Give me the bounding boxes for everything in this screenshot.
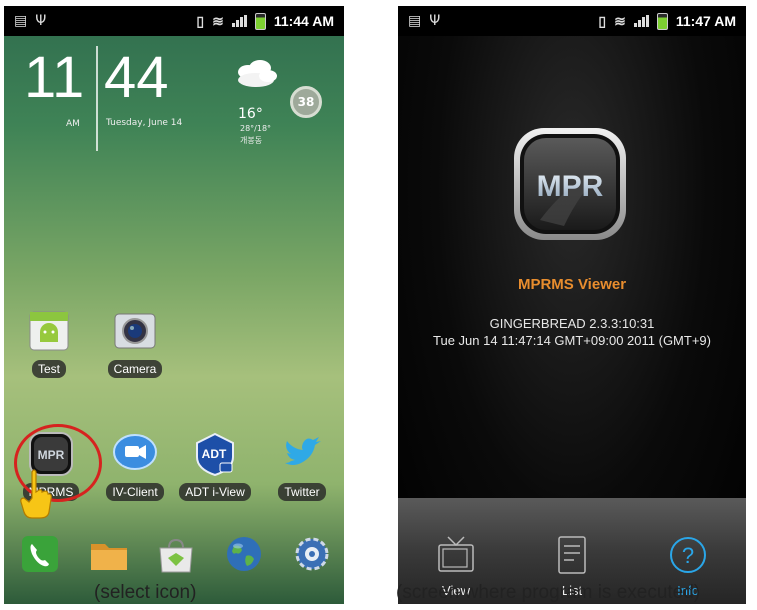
app-test[interactable]: Test [7, 308, 91, 378]
clock-divider [96, 46, 98, 151]
tapping-hand-icon [20, 469, 52, 519]
status-bar: ▤ Ψ ▯ ≋ 11:47 AM [398, 6, 746, 36]
app-title: MPRMS Viewer [517, 276, 627, 293]
status-time: 11:44 AM [273, 13, 334, 29]
datetime-info: Tue Jun 14 11:47:14 GMT+09:00 2011 (GMT+… [433, 333, 711, 348]
clock-hours: 11 [24, 45, 85, 110]
clock-minutes: 44 [104, 45, 169, 110]
app-twitter[interactable]: Twitter [260, 431, 344, 501]
battery-icon [656, 12, 668, 30]
app-label: IV-Client [106, 483, 164, 501]
notification-badge[interactable]: 38 [290, 86, 322, 118]
adt-icon: ADT [192, 431, 238, 477]
weather-range: 28°/18° [240, 124, 272, 133]
wifi-icon: ≋ [614, 13, 626, 29]
build-info: GINGERBREAD 2.3.3:10:31 [489, 316, 655, 331]
home-screen: ▤ Ψ ▯ ≋ 11:44 AM 11 AM 44 Tuesday, June … [4, 6, 344, 604]
mpr-logo-icon: MPR [514, 128, 626, 240]
svg-text:ADT: ADT [202, 447, 227, 461]
phone-icon[interactable] [20, 534, 60, 574]
twitter-bird-icon [279, 431, 325, 477]
app-iv-client[interactable]: IV-Client [93, 431, 177, 501]
status-bar: ▤ Ψ ▯ ≋ 11:44 AM [4, 6, 344, 36]
mprms-viewer-screen: ▤ Ψ ▯ ≋ 11:47 AM MPR MPRMS Viewer GINGER… [398, 6, 746, 604]
status-time: 11:47 AM [675, 13, 736, 29]
settings-gear-icon[interactable] [292, 534, 332, 574]
usb-icon: Ψ [429, 13, 441, 29]
svg-text:?: ? [682, 543, 694, 568]
vibrate-icon: ▯ [598, 13, 607, 29]
app-label: ADT i-View [179, 483, 251, 501]
svg-text:MPR: MPR [537, 170, 604, 203]
list-document-icon [558, 536, 586, 574]
camera-icon [112, 308, 158, 354]
clock-ampm: AM [66, 119, 80, 129]
folder-icon[interactable] [88, 536, 130, 574]
caption-left: (select icon) [94, 582, 197, 603]
app-adt-i-view[interactable]: ADT ADT i-View [173, 431, 257, 501]
weather-temperature: 16° [238, 106, 263, 122]
clock-date: Tuesday, June 14 [106, 118, 183, 128]
tv-icon [438, 536, 474, 572]
notification-app-icon: ▤ [408, 13, 422, 29]
wifi-icon: ≋ [212, 13, 224, 29]
app-camera[interactable]: Camera [93, 308, 177, 378]
battery-icon [254, 12, 266, 30]
browser-globe-icon[interactable] [224, 534, 264, 574]
cloud-icon [238, 60, 277, 87]
help-circle-icon: ? [670, 537, 706, 573]
notification-app-icon: ▤ [14, 13, 28, 29]
caption-right: (screen where program is executed) [396, 582, 701, 603]
signal-icon [633, 15, 649, 27]
app-label: Twitter [278, 483, 326, 501]
weather-location: 개봉동 [240, 136, 263, 145]
app-label: Camera [107, 360, 163, 378]
android-app-icon [26, 308, 72, 354]
app-label: Test [31, 360, 66, 378]
signal-icon [231, 15, 247, 27]
market-icon[interactable] [156, 536, 196, 574]
vibrate-icon: ▯ [196, 13, 205, 29]
video-chat-icon [112, 431, 158, 477]
usb-icon: Ψ [35, 13, 47, 29]
